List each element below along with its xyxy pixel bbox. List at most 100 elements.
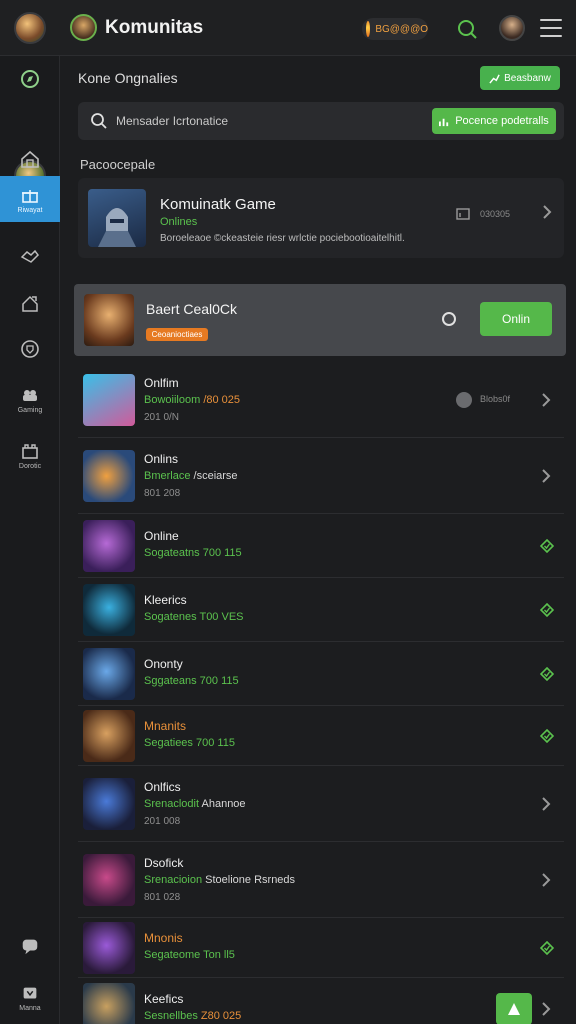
game-status-line: Bmerlace /sceiarse	[144, 470, 238, 482]
sidebar-item-rewards[interactable]: Riwayat	[0, 176, 60, 222]
featured-game-description: Boroeleaoe ©ckeasteie riesr wrlctie poci…	[160, 233, 405, 244]
game-status-line: Sesnellbes Z80 025	[144, 1010, 241, 1022]
game-status-detail: Z80 025	[200, 1010, 242, 1022]
game-list-row[interactable]: Ononty Sggateans 700 115	[78, 642, 564, 706]
game-list-row[interactable]: Dsofick Srenacioion Stoelione Rsrneds 801 …	[78, 842, 564, 918]
game-status: Sesnellbes	[144, 1010, 198, 1022]
game-list-row[interactable]: Onlfim Bowoiiloom /80 025 201 0/N Blobs0f	[78, 362, 564, 438]
sidebar-item-chat[interactable]	[0, 926, 60, 966]
featured-game-name: Komuinatk Game	[160, 196, 276, 213]
chevron-right-icon[interactable]	[540, 797, 552, 811]
chevron-right-icon[interactable]	[540, 1002, 552, 1016]
game-status-detail: 700 115	[196, 737, 235, 749]
game-list-row[interactable]: Mnonis Segateome Ton ll5	[78, 918, 564, 978]
online-button[interactable]: Onlin	[480, 302, 552, 336]
stats-icon	[456, 208, 470, 220]
game-list-row[interactable]: Online Sogateatns 700 115	[78, 514, 564, 578]
sidebar-item-label: Riwayat	[17, 207, 43, 214]
handshake-icon	[20, 249, 39, 263]
game-status: Bowoiiloom	[144, 394, 201, 406]
chart-icon	[489, 74, 500, 84]
sidebar-item-explore[interactable]	[0, 56, 60, 102]
home-icon	[21, 150, 39, 168]
game-thumbnail	[83, 648, 135, 700]
game-status: Bmerlace	[144, 470, 191, 482]
game-status-detail: Stoelione Rsrneds	[205, 874, 296, 886]
game-status: Sogateatns	[144, 547, 200, 559]
highlighted-game-name: Baert Ceal0Ck	[146, 301, 238, 317]
diamond-check-icon[interactable]	[540, 667, 554, 681]
compass-icon	[21, 70, 39, 88]
chat-icon	[22, 939, 38, 955]
game-meta: 201 0/N	[144, 412, 180, 423]
sidebar-item-partners[interactable]	[0, 233, 60, 279]
game-status-line: Srenaclodit Ahannoe	[144, 798, 246, 810]
diamond-check-icon[interactable]	[540, 603, 554, 617]
game-list-row[interactable]: Keefics Sesnellbes Z80 025	[78, 978, 564, 1024]
game-status-line: Sogatenes T00 VES	[144, 611, 244, 623]
chevron-right-icon[interactable]	[540, 393, 552, 407]
chevron-right-icon[interactable]	[540, 469, 552, 483]
house-icon	[22, 295, 38, 312]
search-icon[interactable]	[456, 18, 478, 40]
search-icon	[91, 113, 107, 129]
game-stat: Blobs0f	[480, 394, 511, 404]
sidebar-item-house[interactable]	[0, 280, 60, 326]
search-bar[interactable]: Mensader Icrtonatice Pocence podetralls	[78, 102, 564, 140]
featured-game-card[interactable]: Komuinatk Game Onlines Boroeleaoe ©ckeas…	[78, 178, 564, 258]
shield-icon	[21, 340, 39, 358]
game-status-detail: 700 115	[199, 675, 239, 687]
coin-balance[interactable]: BG@@@O	[362, 18, 428, 40]
game-status-detail: T00 VES	[199, 611, 244, 623]
game-status: Segatiees	[144, 737, 193, 749]
chevron-right-icon[interactable]	[540, 204, 554, 220]
sidebar: Riwayat Gaming Dorotic Manna	[0, 56, 60, 1024]
status-badge: Ceoanioctiaes	[146, 328, 208, 341]
sidebar-item-security[interactable]	[0, 326, 60, 372]
sidebar-item-store[interactable]: Dorotic	[0, 432, 60, 478]
sidebar-item-trophy[interactable]: Manna	[0, 978, 60, 1018]
diamond-check-icon[interactable]	[540, 941, 554, 955]
status-dot	[456, 392, 472, 408]
search-input[interactable]: Mensader Icrtonatice	[116, 114, 228, 128]
chevron-right-icon[interactable]	[540, 873, 552, 887]
diamond-check-icon[interactable]	[540, 729, 554, 743]
game-thumbnail	[83, 854, 135, 906]
play-button[interactable]	[496, 993, 532, 1024]
game-status-detail: Ahannoe	[201, 798, 246, 810]
search-action-button[interactable]: Pocence podetralls	[432, 108, 556, 134]
game-thumbnail	[83, 778, 135, 830]
game-name: Keefics	[144, 992, 184, 1006]
menu-icon[interactable]	[540, 19, 562, 39]
game-status-line: Sggateans 700 115	[144, 675, 239, 687]
game-status-line: Bowoiiloom /80 025	[144, 394, 240, 406]
search-action-label: Pocence podetralls	[455, 115, 549, 127]
game-status: Sggateans	[144, 675, 197, 687]
sidebar-bottom-label: Manna	[19, 1005, 41, 1012]
top-action-button[interactable]: Beasbanw	[480, 66, 560, 90]
featured-game-image	[88, 189, 146, 247]
game-thumbnail	[83, 922, 135, 974]
sidebar-item-gaming[interactable]: Gaming	[0, 376, 60, 422]
main-content: Kone Ongnalies Beasbanw Mensader Icrtona…	[60, 56, 576, 1024]
diamond-check-icon[interactable]	[540, 539, 554, 553]
game-list-row[interactable]: Onlfics Srenaclodit Ahannoe 201 008	[78, 766, 564, 842]
game-thumbnail	[83, 710, 135, 762]
game-status: Srenacioion	[144, 874, 203, 886]
radio-button[interactable]	[442, 312, 456, 326]
game-status: Srenaclodit	[144, 798, 200, 810]
highlighted-game-row[interactable]: Baert Ceal0Ck Ceoanioctiaes Onlin	[74, 284, 566, 356]
game-list-row[interactable]: Onlins Bmerlace /sceiarse 801 208	[78, 438, 564, 514]
top-bar: Komunitas BG@@@O	[0, 0, 576, 56]
game-thumbnail	[83, 450, 135, 502]
trophy-icon	[23, 987, 37, 999]
game-meta: 801 028	[144, 892, 181, 903]
user-avatar[interactable]	[14, 12, 46, 44]
game-name: Kleerics	[144, 593, 187, 607]
store-icon	[22, 444, 38, 459]
game-list-row[interactable]: Mnanits Segatiees 700 115	[78, 706, 564, 766]
game-list-row[interactable]: Kleerics Sogatenes T00 VES	[78, 578, 564, 642]
profile-avatar[interactable]	[499, 15, 525, 41]
featured-game-status: Onlines	[160, 216, 198, 228]
featured-game-stat: 030305	[480, 209, 511, 219]
